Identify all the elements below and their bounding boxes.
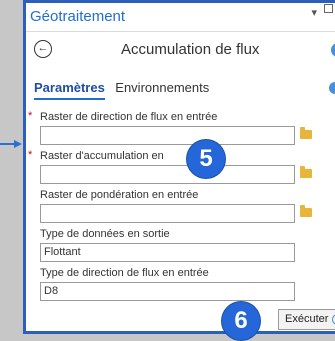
run-button-label: Exécuter xyxy=(285,313,329,325)
pane-options-dropdown-icon[interactable]: ▾ xyxy=(311,6,317,19)
param-flow-direction-raster: * Raster de direction de flux en entrée xyxy=(28,110,335,145)
tab-parameters[interactable]: Paramètres xyxy=(34,80,105,100)
tool-help-icon[interactable] xyxy=(331,43,335,57)
param-label: Type de direction de flux en entrée xyxy=(40,267,209,279)
param-label: Raster de direction de flux en entrée xyxy=(40,111,218,123)
callout-arrow-head xyxy=(14,140,22,148)
param-label: Type de données en sortie xyxy=(40,228,170,240)
callout-arrow-shaft xyxy=(0,143,15,145)
param-weight-raster: Raster de pondération en entrée xyxy=(40,188,335,223)
output-accumulation-raster-input[interactable] xyxy=(40,165,295,184)
param-output-data-type: Type de données en sortie Flottant xyxy=(40,227,335,262)
param-label: Raster de pondération en entrée xyxy=(40,189,199,201)
flow-direction-raster-input[interactable] xyxy=(40,126,295,145)
callout-arrow xyxy=(0,140,24,148)
browse-folder-icon[interactable] xyxy=(300,127,312,139)
required-marker: * xyxy=(28,110,33,122)
run-button[interactable]: Exécuter xyxy=(278,309,335,330)
weight-raster-input[interactable] xyxy=(40,204,295,223)
back-arrow-icon[interactable]: ← xyxy=(34,40,52,58)
pane-title: Géotraitement xyxy=(30,8,126,25)
tool-title: Accumulation de flux xyxy=(121,41,260,58)
flow-direction-type-select[interactable]: D8 xyxy=(40,282,295,301)
param-flow-direction-type: Type de direction de flux en entrée D8 xyxy=(40,266,335,301)
parameters-help-icon[interactable] xyxy=(329,82,335,94)
required-marker: * xyxy=(28,149,33,161)
output-data-type-select[interactable]: Flottant xyxy=(40,243,295,262)
browse-folder-icon[interactable] xyxy=(300,166,312,178)
tool-header: ← Accumulation de flux xyxy=(26,35,335,67)
pane-titlebar: Géotraitement ▾ xyxy=(26,3,335,32)
restore-window-icon[interactable] xyxy=(324,4,333,13)
tool-tabs: Paramètres Environnements xyxy=(34,79,215,100)
step-5-badge: 5 xyxy=(187,140,225,178)
geoprocessing-pane: Géotraitement ▾ ← Accumulation de flux P… xyxy=(23,0,335,334)
tab-environments[interactable]: Environnements xyxy=(115,80,209,98)
step-6-badge: 6 xyxy=(222,302,260,340)
browse-folder-icon[interactable] xyxy=(300,205,312,217)
